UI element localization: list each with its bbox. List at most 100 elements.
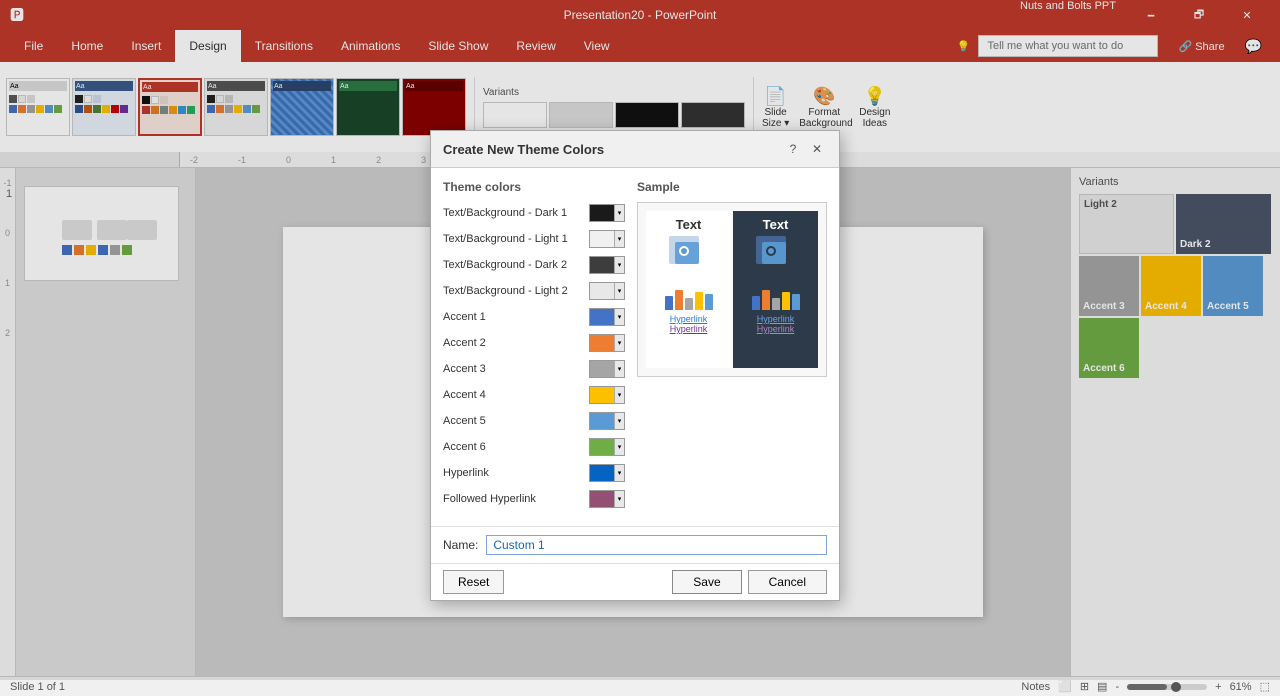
- color-row-label-4: Accent 1: [443, 311, 589, 323]
- color-row-label-0: Text/Background - Dark 1: [443, 207, 589, 219]
- color-row-label-1: Text/Background - Light 1: [443, 233, 589, 245]
- color-row-4: Accent 1 ▾: [443, 306, 625, 328]
- modal-help-button[interactable]: ?: [783, 139, 803, 159]
- sample-light-half: Text Hyperlink: [646, 211, 731, 368]
- save-button[interactable]: Save: [672, 570, 741, 594]
- color-dropdown-arrow-8[interactable]: ▾: [614, 413, 624, 429]
- fit-slide-icon[interactable]: ⬚: [1260, 680, 1270, 693]
- slide-info: Slide 1 of 1: [10, 681, 65, 693]
- bar-2: [675, 290, 683, 310]
- color-swatch-main-0: [590, 205, 614, 221]
- sample-hyperlink-light[interactable]: Hyperlink: [670, 314, 708, 324]
- color-swatch-btn-9[interactable]: ▾: [589, 438, 625, 456]
- create-theme-colors-dialog: Create New Theme Colors ? ✕ Theme colors…: [430, 130, 840, 601]
- color-row-10: Hyperlink ▾: [443, 462, 625, 484]
- color-swatch-btn-0[interactable]: ▾: [589, 204, 625, 222]
- zoom-thumb[interactable]: [1171, 682, 1181, 692]
- view-grid-icon[interactable]: ⊞: [1080, 680, 1089, 693]
- color-swatch-main-1: [590, 231, 614, 247]
- color-rows-container: Text/Background - Dark 1 ▾ Text/Backgrou…: [443, 202, 625, 510]
- modal-title-bar: Create New Theme Colors ? ✕: [431, 131, 839, 168]
- color-row-3: Text/Background - Light 2 ▾: [443, 280, 625, 302]
- color-swatch-main-2: [590, 257, 614, 273]
- color-dropdown-arrow-2[interactable]: ▾: [614, 257, 624, 273]
- modal-close-button[interactable]: ✕: [807, 139, 827, 159]
- modal-overlay: Create New Theme Colors ? ✕ Theme colors…: [0, 0, 1280, 680]
- name-input[interactable]: [486, 535, 827, 555]
- color-swatch-btn-5[interactable]: ▾: [589, 334, 625, 352]
- color-swatch-main-5: [590, 335, 614, 351]
- theme-colors-label: Theme colors: [443, 180, 625, 194]
- view-normal-icon[interactable]: ⬜: [1058, 680, 1072, 693]
- sample-bars-light: [665, 280, 713, 310]
- dark-bar-1: [752, 296, 760, 310]
- color-swatch-main-6: [590, 361, 614, 377]
- sample-bars-dark: [752, 280, 800, 310]
- dark-bar-4: [782, 292, 790, 310]
- color-swatch-main-8: [590, 413, 614, 429]
- color-dropdown-arrow-9[interactable]: ▾: [614, 439, 624, 455]
- color-dropdown-arrow-6[interactable]: ▾: [614, 361, 624, 377]
- zoom-level: 61%: [1230, 681, 1252, 693]
- color-row-5: Accent 2 ▾: [443, 332, 625, 354]
- color-swatch-btn-10[interactable]: ▾: [589, 464, 625, 482]
- theme-colors-panel: Theme colors Text/Background - Dark 1 ▾ …: [443, 180, 625, 514]
- sample-followed-hyperlink-dark[interactable]: Hyperlink: [757, 324, 795, 334]
- sample-text-light: Text: [676, 217, 702, 232]
- color-row-11: Followed Hyperlink ▾: [443, 488, 625, 510]
- sample-panel: Sample Text: [637, 180, 827, 514]
- color-dropdown-arrow-5[interactable]: ▾: [614, 335, 624, 351]
- color-dropdown-arrow-0[interactable]: ▾: [614, 205, 624, 221]
- dark-bar-3: [772, 298, 780, 310]
- color-row-label-11: Followed Hyperlink: [443, 493, 589, 505]
- bar-3: [685, 298, 693, 310]
- color-dropdown-arrow-7[interactable]: ▾: [614, 387, 624, 403]
- color-row-label-5: Accent 2: [443, 337, 589, 349]
- color-row-7: Accent 4 ▾: [443, 384, 625, 406]
- sample-dark-half: Text Hyperlink: [733, 211, 818, 368]
- name-label: Name:: [443, 538, 478, 552]
- color-dropdown-arrow-3[interactable]: ▾: [614, 283, 624, 299]
- name-row: Name:: [431, 526, 839, 563]
- bar-5: [705, 294, 713, 310]
- sample-followed-hyperlink-light[interactable]: Hyperlink: [670, 324, 708, 334]
- color-swatch-btn-3[interactable]: ▾: [589, 282, 625, 300]
- cancel-button[interactable]: Cancel: [748, 570, 827, 594]
- color-swatch-btn-11[interactable]: ▾: [589, 490, 625, 508]
- modal-footer: Reset Save Cancel: [431, 563, 839, 600]
- sample-text-dark: Text: [763, 217, 789, 232]
- bar-1: [665, 296, 673, 310]
- color-swatch-main-10: [590, 465, 614, 481]
- color-dropdown-arrow-1[interactable]: ▾: [614, 231, 624, 247]
- color-swatch-main-4: [590, 309, 614, 325]
- color-swatch-btn-6[interactable]: ▾: [589, 360, 625, 378]
- color-swatch-btn-1[interactable]: ▾: [589, 230, 625, 248]
- sample-label: Sample: [637, 180, 827, 194]
- color-row-label-6: Accent 3: [443, 363, 589, 375]
- modal-controls: ? ✕: [783, 139, 827, 159]
- color-swatch-main-7: [590, 387, 614, 403]
- color-row-9: Accent 6 ▾: [443, 436, 625, 458]
- color-row-label-9: Accent 6: [443, 441, 589, 453]
- modal-body: Theme colors Text/Background - Dark 1 ▾ …: [431, 168, 839, 526]
- zoom-in-btn[interactable]: +: [1215, 681, 1221, 693]
- zoom-out-btn[interactable]: -: [1115, 681, 1119, 693]
- color-swatch-btn-7[interactable]: ▾: [589, 386, 625, 404]
- color-dropdown-arrow-10[interactable]: ▾: [614, 465, 624, 481]
- color-swatch-btn-2[interactable]: ▾: [589, 256, 625, 274]
- color-dropdown-arrow-11[interactable]: ▾: [614, 491, 624, 507]
- color-swatch-btn-8[interactable]: ▾: [589, 412, 625, 430]
- sample-hyperlink-dark[interactable]: Hyperlink: [757, 314, 795, 324]
- modal-title: Create New Theme Colors: [443, 142, 604, 157]
- zoom-slider[interactable]: [1127, 684, 1207, 690]
- color-row-2: Text/Background - Dark 2 ▾: [443, 254, 625, 276]
- view-reading-icon[interactable]: ▤: [1097, 680, 1107, 693]
- dark-bar-5: [792, 294, 800, 310]
- color-row-6: Accent 3 ▾: [443, 358, 625, 380]
- color-row-label-7: Accent 4: [443, 389, 589, 401]
- color-row-label-10: Hyperlink: [443, 467, 589, 479]
- reset-button[interactable]: Reset: [443, 570, 504, 594]
- notes-btn[interactable]: Notes: [1021, 681, 1050, 693]
- color-dropdown-arrow-4[interactable]: ▾: [614, 309, 624, 325]
- color-swatch-btn-4[interactable]: ▾: [589, 308, 625, 326]
